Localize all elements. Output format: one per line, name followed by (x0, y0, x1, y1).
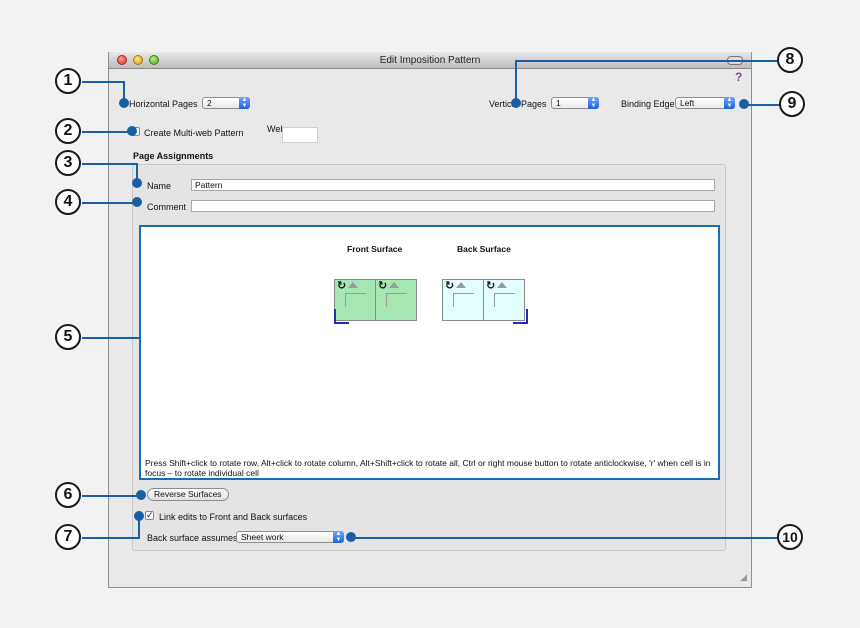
callout-1-dot (119, 98, 129, 108)
callout-8-dot (511, 98, 521, 108)
callout-4-dot (132, 197, 142, 207)
comment-label: Comment (147, 202, 187, 212)
callout-6-line (82, 495, 138, 497)
callout-8-line (515, 60, 517, 100)
vertical-pages-value: 1 (556, 98, 561, 108)
callout-5: 5 (55, 324, 81, 350)
callout-8-line (515, 60, 777, 62)
help-icon[interactable]: ? (735, 70, 742, 84)
page-assignments-title: Page Assignments (133, 151, 214, 161)
callout-3: 3 (55, 150, 81, 176)
callout-2: 2 (55, 118, 81, 144)
binding-edge-select[interactable]: Left ▲ ▼ (675, 97, 735, 109)
name-input[interactable]: Pattern (191, 179, 715, 191)
callout-7: 7 (55, 524, 81, 550)
callout-10-dot (346, 532, 356, 542)
link-edits-label: Link edits to Front and Back surfaces (159, 512, 308, 522)
callout-1-line (82, 81, 125, 83)
multi-web-label: Create Multi-web Pattern (144, 128, 244, 138)
callout-9: 9 (779, 91, 805, 117)
updown-arrows-icon: ▲ ▼ (239, 97, 250, 109)
webs-input[interactable] (282, 127, 318, 143)
name-label: Name (147, 181, 172, 191)
binding-edge-value: Left (680, 98, 695, 108)
callout-10: 10 (777, 524, 803, 550)
link-edits-checkbox[interactable]: ✓ (145, 511, 154, 520)
callout-9-dot (739, 99, 749, 109)
callout-2-line (82, 131, 132, 133)
horizontal-pages-value: 2 (207, 98, 212, 108)
callout-5-line (82, 337, 140, 339)
callout-8: 8 (777, 47, 803, 73)
callout-10-line (352, 537, 778, 539)
callout-2-dot (127, 126, 137, 136)
callout-7-line (82, 537, 140, 539)
comment-input[interactable] (191, 200, 715, 212)
callout-1: 1 (55, 68, 81, 94)
callout-3-dot (132, 178, 142, 188)
back-surface-assumes-value: Sheet work (241, 532, 284, 542)
updown-arrows-icon: ▲ ▼ (724, 97, 735, 109)
canvas-highlight (139, 225, 720, 480)
updown-arrows-icon: ▲ ▼ (588, 97, 599, 109)
horizontal-pages-label: Horizontal Pages (129, 99, 198, 109)
reverse-surfaces-button[interactable]: Reverse Surfaces (147, 488, 229, 501)
callout-4: 4 (55, 189, 81, 215)
callout-4-line (82, 202, 136, 204)
back-surface-assumes-label: Back surface assumes (147, 533, 238, 543)
callout-9-line (744, 104, 780, 106)
callout-6-dot (136, 490, 146, 500)
updown-arrows-icon: ▲ ▼ (333, 531, 344, 543)
back-surface-assumes-select[interactable]: Sheet work ▲ ▼ (236, 531, 344, 543)
horizontal-pages-select[interactable]: 2 ▲ ▼ (202, 97, 250, 109)
resize-grip-icon[interactable]: ◢ (740, 572, 747, 583)
callout-3-line (82, 163, 138, 165)
callout-6: 6 (55, 482, 81, 508)
checkmark-icon: ✓ (146, 510, 154, 520)
vertical-pages-select[interactable]: 1 ▲ ▼ (551, 97, 599, 109)
callout-7-dot (134, 511, 144, 521)
binding-edge-label: Binding Edge (621, 99, 675, 109)
